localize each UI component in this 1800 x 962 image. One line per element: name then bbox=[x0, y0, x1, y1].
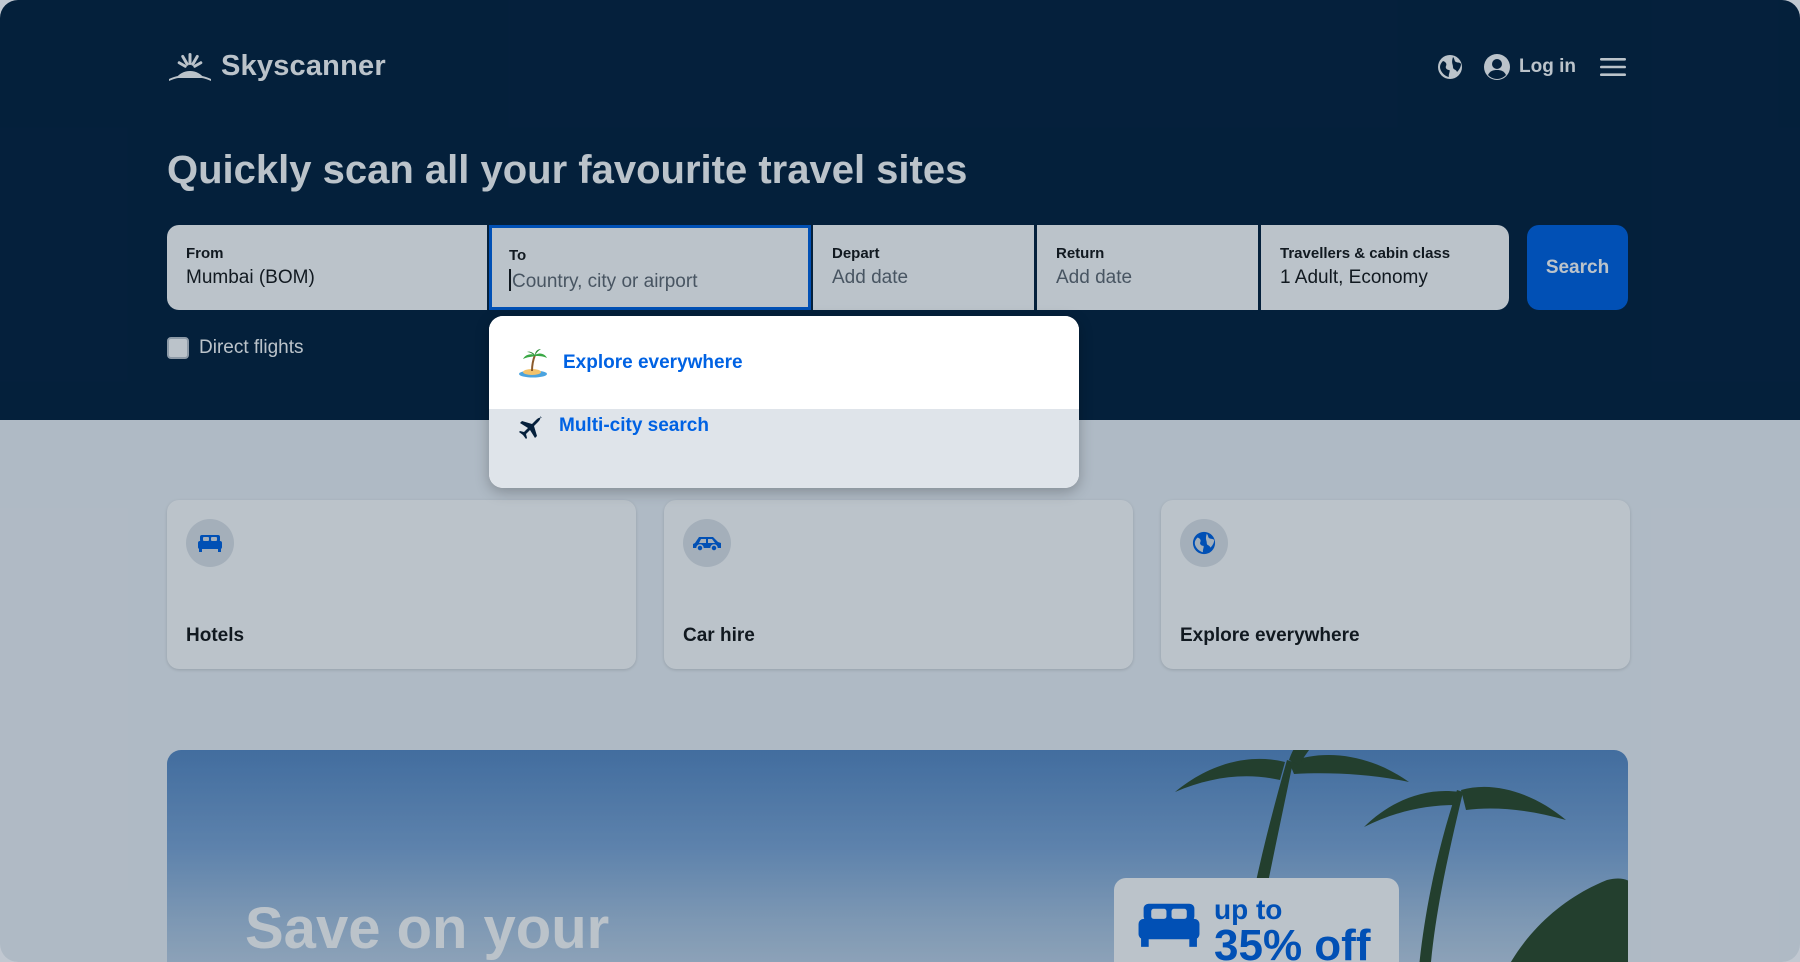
island-icon bbox=[519, 348, 547, 377]
page: Skyscanner Log in Quickly scan all your … bbox=[0, 0, 1800, 962]
suggestion-label: Multi-city search bbox=[559, 415, 709, 436]
suggestion-explore-everywhere[interactable]: Explore everywhere bbox=[489, 316, 1079, 409]
plane-icon bbox=[519, 416, 542, 439]
suggestion-label: Explore everywhere bbox=[563, 351, 743, 373]
suggestion-multi-city[interactable]: Multi-city search bbox=[489, 409, 1079, 475]
destination-suggestions-dropdown: Explore everywhere Multi-city search bbox=[489, 316, 1079, 488]
